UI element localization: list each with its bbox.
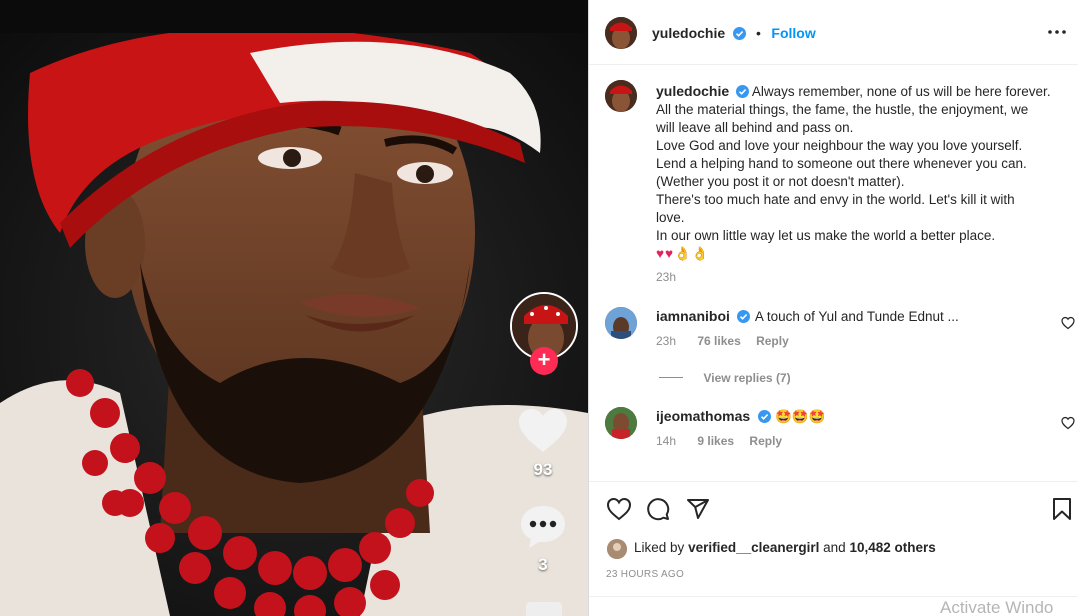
commenter-avatar-image [605, 307, 637, 339]
liked-by-avatar-image [607, 539, 627, 559]
comment-box-divider [589, 596, 1078, 597]
caption-line: will leave all behind and pass on. [656, 120, 854, 135]
comment-time: 23h [656, 334, 677, 348]
comment-time: 14h [656, 434, 677, 448]
verified-badge-icon [737, 310, 751, 323]
comments-scroll-area[interactable]: yuledochie Always remember, none of us w… [589, 66, 1078, 481]
windows-activation-watermark: Activate Windo [940, 598, 1054, 616]
video-like-count: 93 [533, 460, 553, 479]
post-caption: yuledochie Always remember, none of us w… [656, 82, 1066, 286]
commenter-username[interactable]: iamnaniboi [656, 308, 730, 324]
follow-plus-button[interactable]: + [530, 347, 558, 375]
comment-like-heart-icon[interactable] [1061, 416, 1075, 430]
liked-by-avatar[interactable] [607, 539, 627, 559]
verified-badge-icon [732, 27, 746, 40]
save-bookmark-icon[interactable] [1051, 497, 1073, 521]
post-panel: yuledochie • Follow yuledochie Always re… [588, 0, 1078, 616]
commenter-avatar-image [605, 407, 637, 439]
caption-time: 23h [656, 270, 677, 284]
likes-summary-and: and [823, 540, 846, 555]
commenter-avatar[interactable] [605, 307, 637, 339]
likes-summary-user[interactable]: verified__cleanergirl [688, 540, 819, 555]
likes-summary-prefix: Liked by [634, 540, 685, 555]
more-options-icon[interactable] [1045, 22, 1069, 42]
caption-line: Love God and love your neighbour the way… [656, 138, 1023, 153]
caption-line: There's too much hate and envy in the wo… [656, 192, 1015, 207]
comment-reply-button[interactable]: Reply [756, 334, 789, 348]
video-like-heart-icon[interactable] [518, 408, 568, 454]
likes-summary-count[interactable]: 10,482 others [849, 540, 935, 555]
comment-likes[interactable]: 9 likes [697, 434, 734, 448]
comment-text: 🤩🤩🤩 [775, 409, 826, 424]
author-username[interactable]: yuledochie [652, 25, 725, 41]
caption-author-avatar[interactable] [605, 80, 637, 112]
likes-summary: Liked by verified__cleanergirl and 10,48… [634, 540, 936, 555]
replies-line [659, 377, 683, 379]
caption-line: (Wether you post it or not doesn't matte… [656, 174, 905, 189]
commenter-username[interactable]: ijeomathomas [656, 408, 750, 424]
separator-dot: • [756, 25, 761, 41]
view-replies-button[interactable]: View replies (7) [659, 369, 791, 387]
caption-author-avatar-image [605, 80, 637, 112]
media-top-bar [0, 0, 588, 33]
comment-text: A touch of Yul and Tunde Ednut ... [754, 309, 959, 324]
comment-likes[interactable]: 76 likes [697, 334, 740, 348]
post-header: yuledochie • Follow [589, 0, 1078, 65]
comment-icon[interactable] [646, 497, 670, 521]
post-timestamp[interactable]: 23 HOURS AGO [606, 569, 684, 580]
comment-reply-button[interactable]: Reply [749, 434, 782, 448]
verified-badge-icon [757, 410, 771, 423]
author-avatar-image [605, 17, 637, 49]
video-comment-count: 3 [538, 555, 548, 574]
video-share-icon[interactable] [526, 602, 562, 616]
commenter-avatar[interactable] [605, 407, 637, 439]
caption-emoji-line: ♥♥👌👌 [656, 246, 710, 261]
video-comment-icon[interactable] [519, 504, 567, 550]
view-replies-label: View replies (7) [703, 371, 791, 385]
actions-divider [589, 481, 1078, 482]
comment-like-heart-icon[interactable] [1061, 316, 1075, 330]
caption-line: Lend a helping hand to someone out there… [656, 156, 1027, 171]
post-media[interactable]: + 93 3 [0, 0, 588, 616]
caption-line: In our own little way let us make the wo… [656, 228, 996, 243]
caption-line: Always remember, none of us will be here… [751, 84, 1051, 99]
follow-button[interactable]: Follow [771, 25, 815, 41]
portrait-illustration [0, 33, 588, 616]
share-icon[interactable] [686, 497, 710, 521]
caption-username[interactable]: yuledochie [656, 83, 729, 99]
caption-line: love. [656, 210, 685, 225]
author-avatar[interactable] [605, 17, 637, 49]
like-heart-icon[interactable] [606, 497, 632, 521]
caption-verified-badge-icon [735, 85, 749, 98]
caption-line: All the material things, the fame, the h… [656, 102, 1029, 117]
